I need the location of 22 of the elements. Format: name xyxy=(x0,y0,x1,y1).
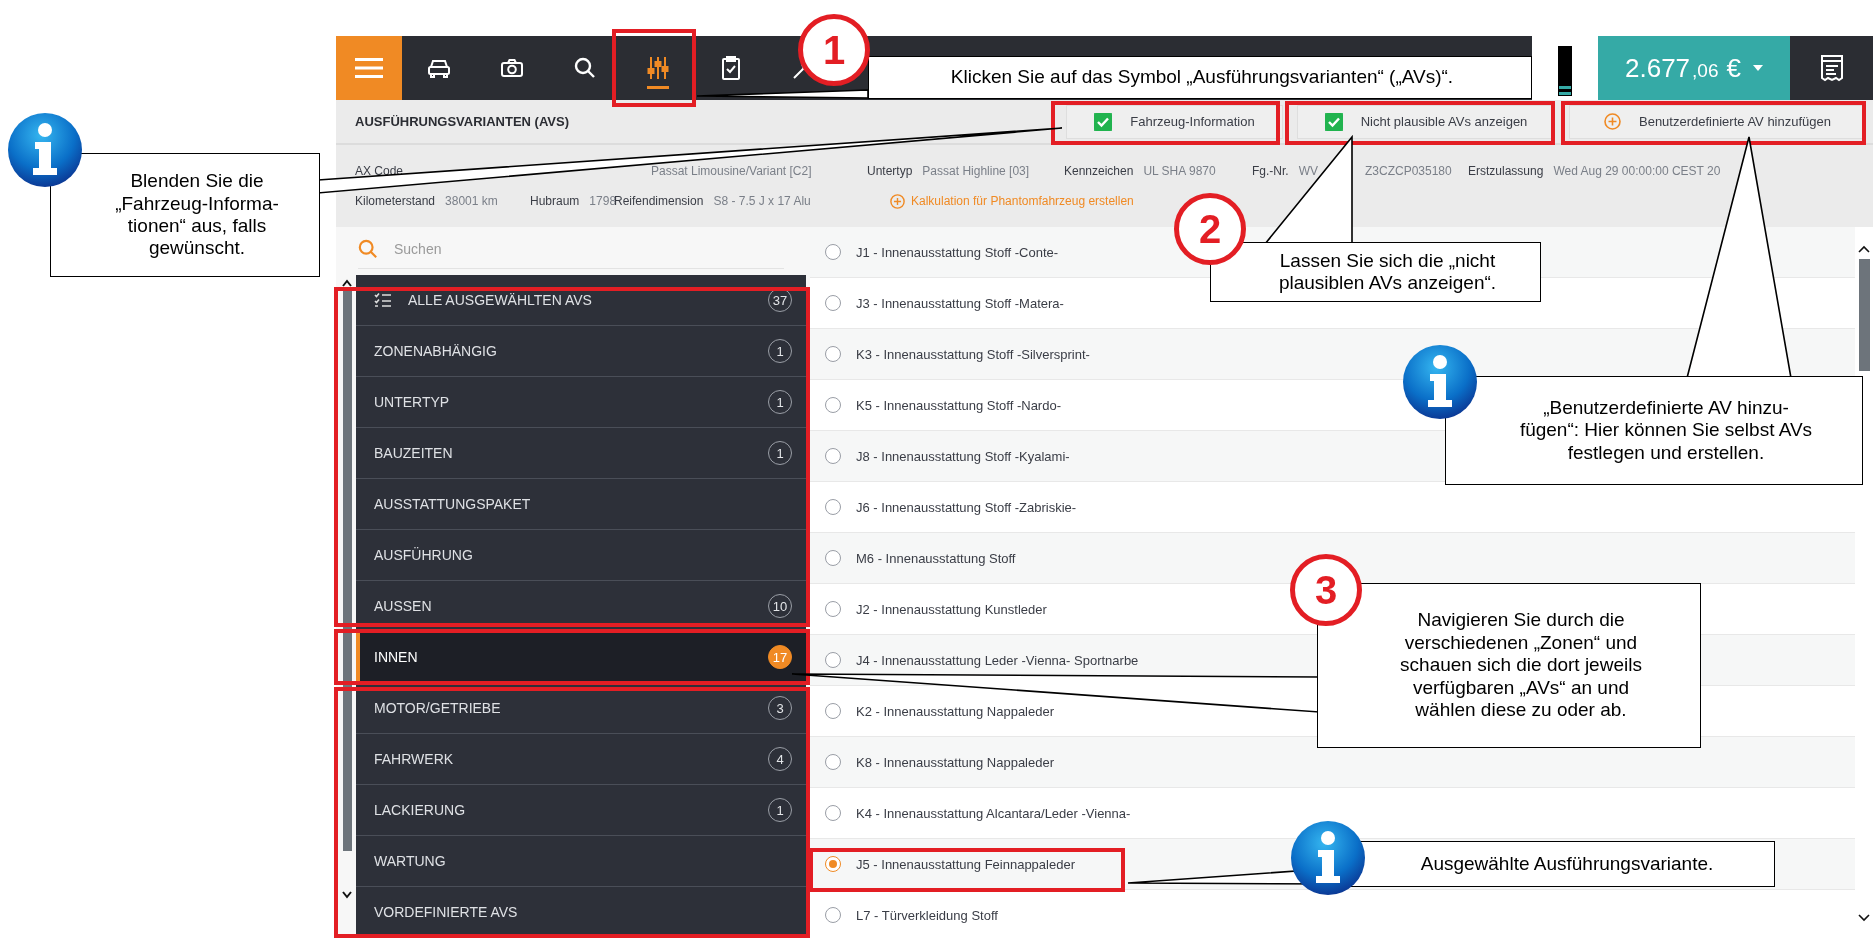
page-title: AUSFÜHRUNGSVARIANTEN (AVS) xyxy=(355,114,570,129)
info-value: WV xyxy=(1298,163,1318,178)
callout-text: Ausgewählte Ausführungsvariante. xyxy=(1420,852,1714,876)
callout-text: Navigieren Sie durch die verschiedenen „Zonen“ und schauen sich die dort jeweils verfügbaren „AVs“ an und wählen diese zu oder ab. xyxy=(1400,609,1642,722)
info-label: Kennzeichen xyxy=(1064,163,1134,178)
step-number-tooltip: 1 xyxy=(798,14,870,86)
info-label: Hubraum xyxy=(530,194,580,208)
info-label: Erstzulassung xyxy=(1468,163,1544,178)
info-value: 38001 km xyxy=(445,194,498,208)
callout-text: Klicken Sie auf das Symbol „Ausführungsvarianten“ („AVs)“. xyxy=(950,66,1454,89)
info-label: Untertyp xyxy=(867,163,913,178)
info-value: Passat Highline [03] xyxy=(922,163,1030,178)
info-value: Passat Limousine/Variant [C2] xyxy=(651,163,812,178)
info-value: UL SHA 9870 xyxy=(1143,163,1216,178)
callout-text: Blenden Sie die „Fahrzeug-Informa- tionen“ aus, falls gewünscht. xyxy=(115,170,279,260)
info-value: Wed Aug 29 00:00:00 CEST 20 xyxy=(1553,163,1721,178)
info-value: S8 - 7.5 J x 17 Alu xyxy=(713,194,811,208)
info-label: Fg.-Nr. xyxy=(1252,163,1289,178)
count-badge: 17 xyxy=(768,645,792,669)
info-value: Z3CZCP035180 xyxy=(1365,163,1452,178)
info-label: Kilometerstand xyxy=(355,194,436,208)
info-label: Reifendimension xyxy=(614,194,704,208)
